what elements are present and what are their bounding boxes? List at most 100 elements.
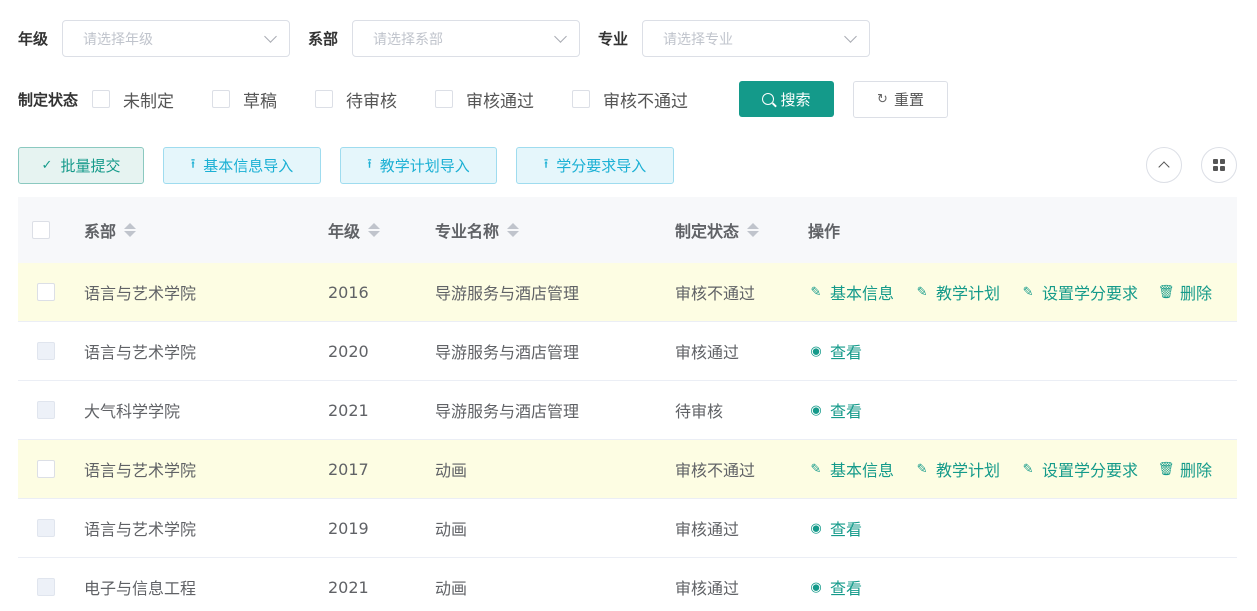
teaching-plan-link[interactable]: ✎ 教学计划 xyxy=(914,280,1000,304)
major-select-placeholder: 请选择专业 xyxy=(663,31,734,48)
major-plan-table: 系部 年级 专业名称 制定状态 操作 语言与艺术学院 2016 导游服务与酒店管… xyxy=(18,197,1237,611)
filter-row-selects: 年级 请选择年级 系部 请选择系部 专业 请选择专业 xyxy=(18,20,888,57)
status-filter-label: 制定状态 xyxy=(18,90,79,109)
sort-icon[interactable] xyxy=(507,223,520,237)
column-header-grade[interactable]: 年级 xyxy=(328,218,381,242)
collapse-search-button[interactable] xyxy=(1146,147,1182,183)
status-option-label: 待审核 xyxy=(346,91,398,112)
cell-dept: 大气科学学院 xyxy=(84,402,181,421)
cell-major: 动画 xyxy=(435,461,468,480)
action-label: 教学计划 xyxy=(936,461,1001,480)
action-label: 删除 xyxy=(1180,461,1213,480)
status-option-pending[interactable]: 待审核 xyxy=(315,87,397,112)
edit-icon: ✎ xyxy=(810,284,822,300)
search-button-label: 搜索 xyxy=(780,90,811,109)
cell-dept: 语言与艺术学院 xyxy=(84,520,197,539)
status-checkbox[interactable] xyxy=(435,90,454,108)
select-all-checkbox[interactable] xyxy=(32,221,50,239)
check-icon: ✓ xyxy=(41,158,53,173)
sort-icon[interactable] xyxy=(747,223,760,237)
status-checkbox[interactable] xyxy=(92,90,111,108)
action-label: 查看 xyxy=(830,343,863,362)
cell-status: 审核通过 xyxy=(675,520,740,539)
table-row: 电子与信息工程 2021 动画 审核通过 ◉ 查看 xyxy=(18,558,1237,611)
view-link[interactable]: ◉ 查看 xyxy=(808,516,862,540)
import-basic-label: 基本信息导入 xyxy=(203,157,294,175)
row-checkbox[interactable] xyxy=(37,460,55,478)
cell-status: 审核不通过 xyxy=(675,461,756,480)
sort-icon[interactable] xyxy=(368,223,381,237)
action-label: 设置学分要求 xyxy=(1042,284,1139,303)
status-checkbox[interactable] xyxy=(315,90,334,108)
status-option-rejected[interactable]: 审核不通过 xyxy=(572,87,688,112)
batch-submit-button[interactable]: ✓ 批量提交 xyxy=(18,147,144,184)
table-row: 语言与艺术学院 2019 动画 审核通过 ◉ 查看 xyxy=(18,499,1237,558)
import-plan-button[interactable]: ⭱ 教学计划导入 xyxy=(340,147,497,184)
set-credit-link[interactable]: ✎ 设置学分要求 xyxy=(1020,280,1138,304)
row-checkbox[interactable] xyxy=(37,283,55,301)
grade-filter-label: 年级 xyxy=(18,30,49,48)
grade-select[interactable]: 请选择年级 xyxy=(62,20,291,57)
column-header-status[interactable]: 制定状态 xyxy=(675,218,760,242)
sort-icon[interactable] xyxy=(124,223,137,237)
upload-icon: ⭱ xyxy=(190,156,196,172)
status-checkbox[interactable] xyxy=(572,90,591,108)
eye-icon: ◉ xyxy=(810,343,822,359)
column-settings-button[interactable] xyxy=(1201,147,1237,183)
column-header-major[interactable]: 专业名称 xyxy=(435,218,520,242)
table-row: 语言与艺术学院 2016 导游服务与酒店管理 审核不通过 ✎ 基本信息 ✎ 教学计划… xyxy=(18,263,1237,322)
row-checkbox xyxy=(37,342,55,360)
upload-icon: ⭱ xyxy=(543,156,549,172)
delete-link[interactable]: 🗑 删除 xyxy=(1158,280,1212,304)
dept-select[interactable]: 请选择系部 xyxy=(352,20,581,57)
status-option-approved[interactable]: 审核通过 xyxy=(435,87,534,112)
table-header: 系部 年级 专业名称 制定状态 操作 xyxy=(18,197,1237,263)
cell-grade: 2020 xyxy=(328,341,369,361)
row-checkbox xyxy=(37,519,55,537)
basic-info-link[interactable]: ✎ 基本信息 xyxy=(808,457,894,481)
view-link[interactable]: ◉ 查看 xyxy=(808,575,862,599)
eye-icon: ◉ xyxy=(810,579,822,595)
action-label: 查看 xyxy=(830,579,863,598)
cell-grade: 2019 xyxy=(328,518,369,538)
eye-icon: ◉ xyxy=(810,520,822,536)
status-option-label: 审核不通过 xyxy=(603,91,689,112)
status-option-undefined[interactable]: 未制定 xyxy=(92,87,174,112)
reset-button-label: 重置 xyxy=(893,91,924,109)
delete-link[interactable]: 🗑 删除 xyxy=(1158,457,1212,481)
import-credit-label: 学分要求导入 xyxy=(556,157,647,175)
action-label: 删除 xyxy=(1180,284,1213,303)
reset-button[interactable]: ↻ 重置 xyxy=(853,81,948,118)
dept-select-placeholder: 请选择系部 xyxy=(373,31,444,48)
edit-icon: ✎ xyxy=(916,461,928,477)
cell-status: 审核不通过 xyxy=(675,284,756,303)
teaching-plan-link[interactable]: ✎ 教学计划 xyxy=(914,457,1000,481)
status-option-label: 未制定 xyxy=(123,91,175,112)
row-actions: ✎ 基本信息 ✎ 教学计划 ✎ 设置学分要求 🗑 删除 xyxy=(808,440,1232,498)
cell-dept: 电子与信息工程 xyxy=(84,579,197,598)
status-option-draft[interactable]: 草稿 xyxy=(212,87,277,112)
search-button[interactable]: 搜索 xyxy=(739,81,834,117)
action-label: 查看 xyxy=(830,520,863,539)
column-header-dept[interactable]: 系部 xyxy=(84,218,137,242)
edit-icon: ✎ xyxy=(1022,284,1034,300)
trash-icon: 🗑 xyxy=(1157,284,1175,300)
table-row: 语言与艺术学院 2017 动画 审核不通过 ✎ 基本信息 ✎ 教学计划 ✎ 设置学分要… xyxy=(18,440,1237,499)
view-link[interactable]: ◉ 查看 xyxy=(808,398,862,422)
action-label: 基本信息 xyxy=(830,461,895,480)
action-label: 基本信息 xyxy=(830,284,895,303)
basic-info-link[interactable]: ✎ 基本信息 xyxy=(808,280,894,304)
table-row: 语言与艺术学院 2020 导游服务与酒店管理 审核通过 ◉ 查看 xyxy=(18,322,1237,381)
import-credit-button[interactable]: ⭱ 学分要求导入 xyxy=(516,147,674,184)
import-basic-button[interactable]: ⭱ 基本信息导入 xyxy=(163,147,321,184)
import-plan-label: 教学计划导入 xyxy=(379,157,470,175)
status-option-label: 审核通过 xyxy=(466,91,535,112)
view-link[interactable]: ◉ 查看 xyxy=(808,339,862,363)
cell-major: 导游服务与酒店管理 xyxy=(435,343,580,362)
set-credit-link[interactable]: ✎ 设置学分要求 xyxy=(1020,457,1138,481)
cell-dept: 语言与艺术学院 xyxy=(84,284,197,303)
cell-dept: 语言与艺术学院 xyxy=(84,343,197,362)
status-option-label: 草稿 xyxy=(243,91,278,112)
major-select[interactable]: 请选择专业 xyxy=(642,20,871,57)
status-checkbox[interactable] xyxy=(212,90,231,108)
